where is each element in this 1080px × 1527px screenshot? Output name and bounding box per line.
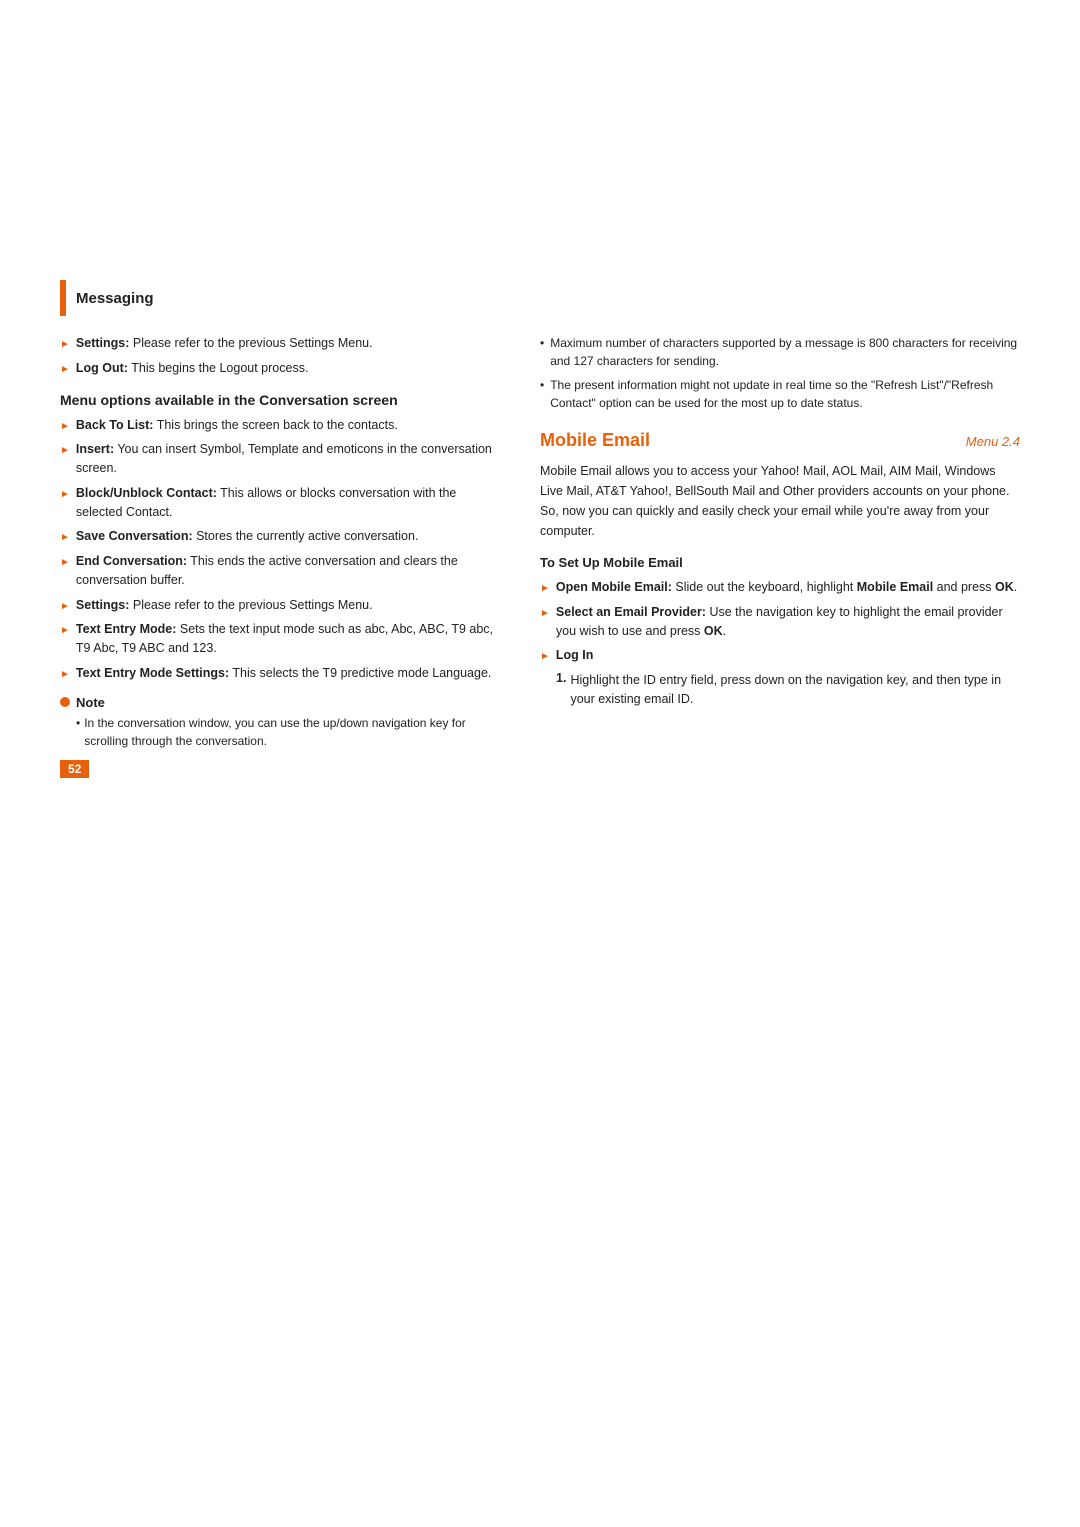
setup-heading: To Set Up Mobile Email: [540, 555, 1020, 570]
bullet-text: Text Entry Mode Settings: This selects t…: [76, 664, 491, 683]
top-notes: Maximum number of characters supported b…: [540, 334, 1020, 412]
list-item: ► Back To List: This brings the screen b…: [60, 416, 500, 435]
arrow-icon: ►: [60, 599, 70, 614]
arrow-icon: ►: [60, 443, 70, 458]
menu-label: Menu 2.4: [966, 434, 1020, 449]
arrow-icon: ►: [60, 530, 70, 545]
arrow-icon: ►: [60, 362, 70, 377]
arrow-icon: ►: [60, 487, 70, 502]
mobile-email-section: Mobile Email Menu 2.4 Mobile Email allow…: [540, 430, 1020, 709]
list-item: ► Settings: Please refer to the previous…: [60, 334, 500, 353]
list-item: ► Text Entry Mode: Sets the text input m…: [60, 620, 500, 658]
arrow-icon: ►: [60, 337, 70, 352]
right-column: Maximum number of characters supported b…: [540, 334, 1020, 715]
step-text: Highlight the ID entry field, press down…: [570, 671, 1020, 709]
note-title: Note: [76, 695, 105, 710]
list-item: ► Insert: You can insert Symbol, Templat…: [60, 440, 500, 478]
bullet-text: Open Mobile Email: Slide out the keyboar…: [556, 578, 1017, 597]
list-item: ► Select an Email Provider: Use the navi…: [540, 603, 1020, 641]
login-item: ► Log In: [540, 646, 1020, 665]
mobile-email-description: Mobile Email allows you to access your Y…: [540, 461, 1020, 541]
list-item: ► Save Conversation: Stores the currentl…: [60, 527, 500, 546]
page-number-badge: 52: [60, 750, 500, 778]
arrow-icon: ►: [60, 667, 70, 682]
note-content: In the conversation window, you can use …: [60, 714, 500, 750]
two-column-layout: ► Settings: Please refer to the previous…: [60, 334, 1020, 778]
bullet-text: Log Out: This begins the Logout process.: [76, 359, 309, 378]
setup-bullet-list: ► Open Mobile Email: Slide out the keybo…: [540, 578, 1020, 640]
note-dot-icon: [60, 697, 70, 707]
bullet-text: Select an Email Provider: Use the naviga…: [556, 603, 1020, 641]
bullet-text: End Conversation: This ends the active c…: [76, 552, 500, 590]
mobile-email-header: Mobile Email Menu 2.4: [540, 430, 1020, 451]
bullet-text: Back To List: This brings the screen bac…: [76, 416, 398, 435]
list-item: ► Text Entry Mode Settings: This selects…: [60, 664, 500, 683]
note-header: Note: [60, 695, 500, 710]
mobile-email-title: Mobile Email: [540, 430, 650, 451]
arrow-icon: ►: [60, 555, 70, 570]
note-item: In the conversation window, you can use …: [76, 714, 500, 750]
bullet-text: Log In: [556, 646, 594, 665]
list-item: ► Settings: Please refer to the previous…: [60, 596, 500, 615]
page-container: Messaging ► Settings: Please refer to th…: [0, 0, 1080, 1527]
subsection-heading: Menu options available in the Conversati…: [60, 392, 500, 408]
arrow-icon: ►: [60, 419, 70, 434]
arrow-icon: ►: [60, 623, 70, 638]
page-number: 52: [60, 760, 89, 778]
list-item: ► Log Out: This begins the Logout proces…: [60, 359, 500, 378]
top-bullet-list: ► Settings: Please refer to the previous…: [60, 334, 500, 378]
list-item: ► End Conversation: This ends the active…: [60, 552, 500, 590]
arrow-icon: ►: [540, 649, 550, 664]
arrow-icon: ►: [540, 581, 550, 596]
list-item: ► Open Mobile Email: Slide out the keybo…: [540, 578, 1020, 597]
arrow-icon: ►: [540, 606, 550, 621]
bullet-text: Text Entry Mode: Sets the text input mod…: [76, 620, 500, 658]
note-item: The present information might not update…: [540, 376, 1020, 412]
bullet-text: Settings: Please refer to the previous S…: [76, 334, 373, 353]
note-item: Maximum number of characters supported b…: [540, 334, 1020, 370]
left-column: ► Settings: Please refer to the previous…: [60, 334, 500, 778]
bullet-text: Insert: You can insert Symbol, Template …: [76, 440, 500, 478]
step-number: 1.: [556, 671, 566, 685]
bullet-text: Settings: Please refer to the previous S…: [76, 596, 373, 615]
bullet-text: Save Conversation: Stores the currently …: [76, 527, 419, 546]
section-title: Messaging: [76, 290, 154, 307]
main-bullet-list: ► Back To List: This brings the screen b…: [60, 416, 500, 683]
list-item: ► Block/Unblock Contact: This allows or …: [60, 484, 500, 522]
numbered-step: 1. Highlight the ID entry field, press d…: [540, 671, 1020, 709]
bullet-text: Block/Unblock Contact: This allows or bl…: [76, 484, 500, 522]
note-section: Note In the conversation window, you can…: [60, 695, 500, 750]
top-spacer: [60, 60, 1020, 280]
orange-bar-icon: [60, 280, 66, 316]
section-header: Messaging: [60, 280, 1020, 316]
